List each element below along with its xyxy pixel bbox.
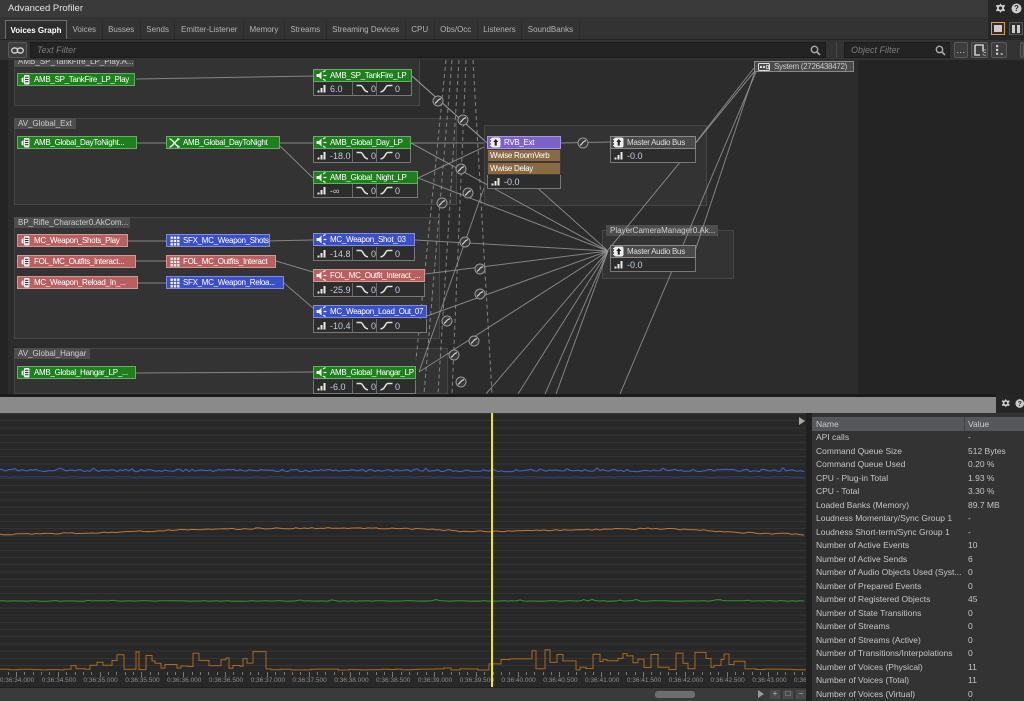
svg-text:?: ? <box>1014 4 1019 13</box>
svg-text:S: S <box>982 49 986 57</box>
svg-text:?: ? <box>1017 401 1021 408</box>
